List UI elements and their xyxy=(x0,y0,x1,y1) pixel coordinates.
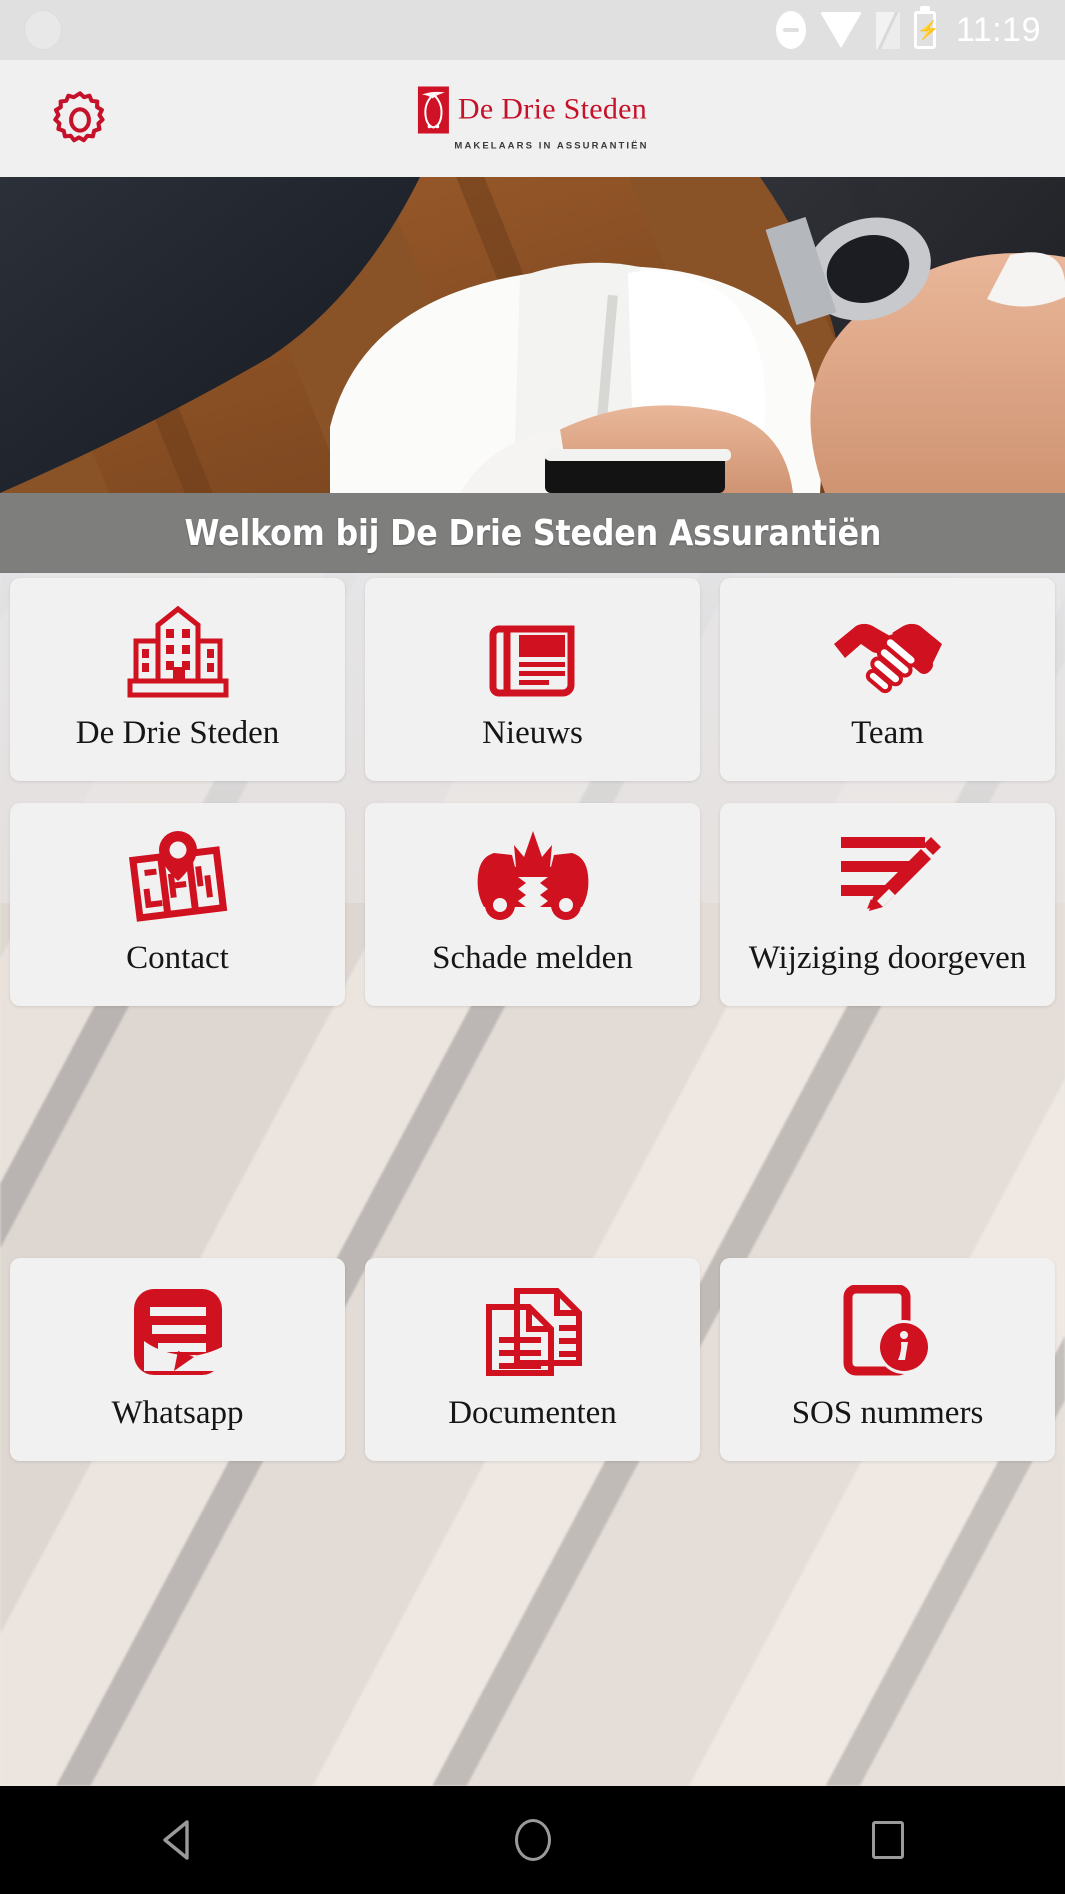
brand-logo: De Drie Steden MAKELAARS IN ASSURANTIËN xyxy=(416,86,648,151)
documents-icon xyxy=(473,1284,593,1380)
tile-label: Whatsapp xyxy=(111,1395,244,1431)
tile-label: Schade melden xyxy=(432,940,633,976)
brand-name: De Drie Steden xyxy=(457,92,648,126)
settings-button[interactable] xyxy=(48,87,112,151)
welcome-banner-text: Welkom bij De Drie Steden Assurantiën xyxy=(184,512,881,554)
tile-contact[interactable]: Contact xyxy=(10,803,345,1006)
tile-label: Contact xyxy=(126,940,229,976)
pencil-edit-icon xyxy=(828,829,948,925)
tile-de-drie-steden[interactable]: De Drie Steden xyxy=(10,578,345,781)
home-circle-icon xyxy=(514,1819,551,1861)
nav-home-button[interactable] xyxy=(473,1805,593,1875)
menu-grid-row-3: Whatsapp Documenten SOS nummers xyxy=(0,1258,1065,1461)
gear-icon xyxy=(53,90,105,142)
dnd-icon xyxy=(775,11,806,49)
tile-label: Wijziging doorgeven xyxy=(748,940,1027,976)
phone-info-icon xyxy=(828,1284,948,1380)
status-bar: 11:19 xyxy=(0,0,1065,60)
map-pin-icon xyxy=(118,829,238,925)
back-triangle-icon xyxy=(162,1820,189,1860)
menu-grid: De Drie Steden Nieuws Team Contact Schad… xyxy=(0,578,1065,1006)
status-bar-left xyxy=(24,10,776,50)
status-bar-right: 11:19 xyxy=(775,10,1041,50)
tile-sos-nummers[interactable]: SOS nummers xyxy=(720,1258,1055,1461)
notification-placeholder-icon xyxy=(24,10,62,50)
tile-whatsapp[interactable]: Whatsapp xyxy=(10,1258,345,1461)
battery-charging-icon xyxy=(913,11,936,49)
tile-team[interactable]: Team xyxy=(720,578,1055,781)
tile-nieuws[interactable]: Nieuws xyxy=(365,578,700,781)
tile-schade-melden[interactable]: Schade melden xyxy=(365,803,700,1006)
app-header: De Drie Steden MAKELAARS IN ASSURANTIËN xyxy=(0,60,1065,177)
hero-photo xyxy=(0,177,1065,493)
nav-recents-button[interactable] xyxy=(828,1805,948,1875)
tile-wijziging-doorgeven[interactable]: Wijziging doorgeven xyxy=(720,803,1055,1006)
building-icon xyxy=(118,604,238,700)
app-screen: 11:19 D xyxy=(0,0,1065,1894)
nav-back-button[interactable] xyxy=(118,1805,238,1875)
recents-square-icon xyxy=(871,1821,904,1859)
signal-icon xyxy=(875,11,900,49)
tile-label: SOS nummers xyxy=(791,1395,984,1431)
owl-logo-icon xyxy=(417,86,449,133)
car-crash-icon xyxy=(473,829,593,925)
hero-image xyxy=(0,177,1065,493)
tile-documenten[interactable]: Documenten xyxy=(365,1258,700,1461)
brand-tagline: MAKELAARS IN ASSURANTIËN xyxy=(454,140,649,151)
tile-label: Team xyxy=(851,715,924,751)
android-navigation-bar xyxy=(0,1786,1065,1894)
chat-bubble-icon xyxy=(118,1284,238,1380)
tile-label: De Drie Steden xyxy=(75,715,280,751)
handshake-icon xyxy=(828,604,948,700)
newspaper-icon xyxy=(473,604,593,700)
tile-label: Documenten xyxy=(448,1395,617,1431)
tile-label: Nieuws xyxy=(482,715,583,751)
welcome-banner: Welkom bij De Drie Steden Assurantiën xyxy=(0,493,1065,573)
status-bar-clock: 11:19 xyxy=(955,10,1041,49)
wifi-icon xyxy=(819,12,862,48)
brand-row: De Drie Steden xyxy=(417,86,648,133)
